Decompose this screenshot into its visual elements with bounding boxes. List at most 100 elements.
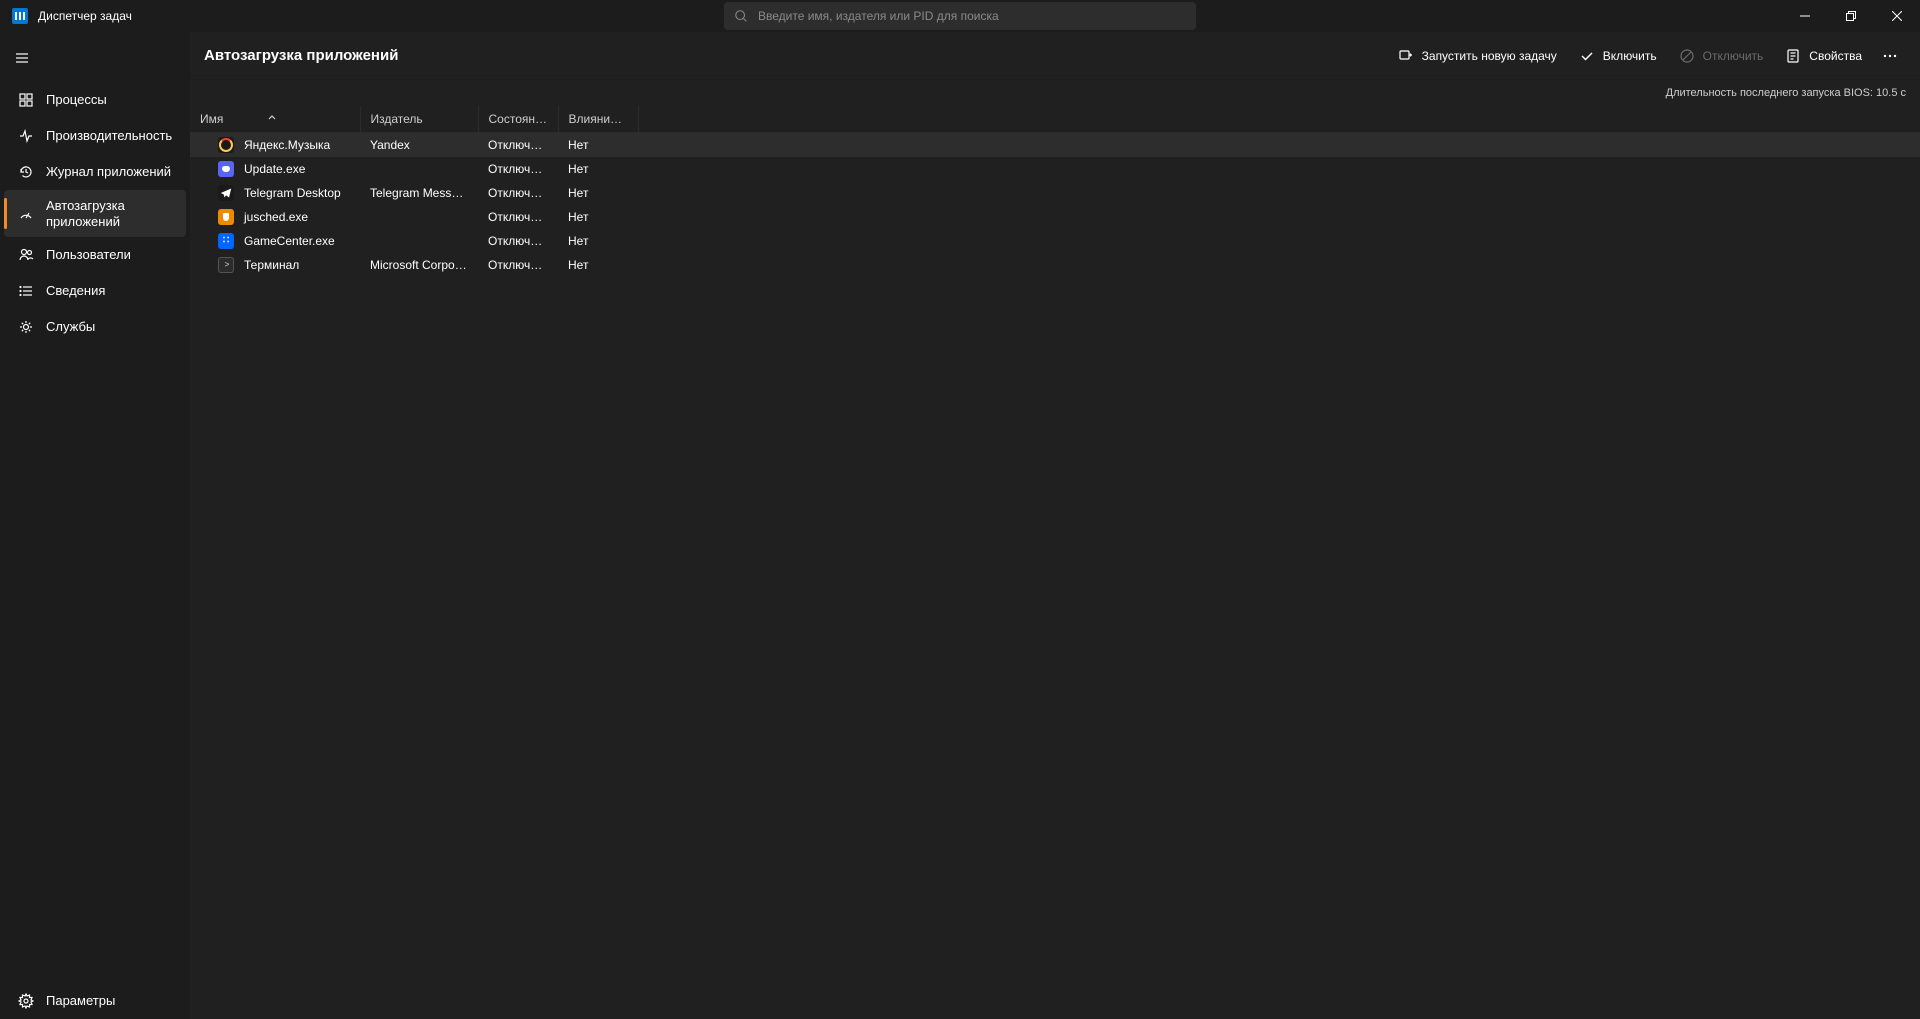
sidebar-footer: Параметры [0,983,190,1019]
properties-button[interactable]: Свойства [1775,42,1872,70]
yandex-icon [218,137,234,153]
gear-icon [18,319,34,335]
cell-impact: Нет [558,205,638,229]
cell-name: Update.exe [190,157,360,181]
sidebar-item-users[interactable]: Пользователи [4,237,186,273]
page-actions: Запустить новую задачу Включить Отключит… [1388,40,1906,72]
action-label: Запустить новую задачу [1422,49,1557,63]
activity-icon [18,128,34,144]
page-header: Автозагрузка приложений Запустить новую … [190,32,1920,80]
sidebar-item-label: Процессы [46,92,107,108]
titlebar: Диспетчер задач [0,0,1920,32]
action-label: Отключить [1703,49,1764,63]
sidebar-item-label: Службы [46,319,95,335]
table-wrap[interactable]: Имя Издатель Состояние Влияние на за... … [190,106,1920,1019]
list-icon [18,283,34,299]
cell-state: Отключено [478,133,558,158]
sidebar-item-app-history[interactable]: Журнал приложений [4,154,186,190]
table-row[interactable]: Яндекс.МузыкаYandexОтключеноНет [190,133,1920,158]
table-row[interactable]: ТерминалMicrosoft CorporationОтключеноНе… [190,253,1920,277]
col-header-rest [638,106,1920,133]
titlebar-left: Диспетчер задач [0,8,132,24]
row-name: jusched.exe [244,210,308,224]
sidebar-item-settings[interactable]: Параметры [4,983,186,1019]
cell-impact: Нет [558,157,638,181]
app-title: Диспетчер задач [38,9,132,23]
action-label: Свойства [1809,49,1862,63]
row-name: Яндекс.Музыка [244,138,330,152]
term-icon [218,257,234,273]
cell-publisher [360,157,478,181]
cell-rest [638,133,1920,158]
cell-impact: Нет [558,181,638,205]
gauge-icon [18,206,34,222]
search-input[interactable] [758,9,1186,23]
cell-publisher [360,229,478,253]
cell-state: Отключено [478,205,558,229]
cell-name: Telegram Desktop [190,181,360,205]
sidebar-item-services[interactable]: Службы [4,309,186,345]
cell-rest [638,205,1920,229]
sidebar-item-processes[interactable]: Процессы [4,82,186,118]
cell-rest [638,181,1920,205]
sidebar-item-label: Пользователи [46,247,131,263]
telegram-icon [218,185,234,201]
grid-icon [18,92,34,108]
cell-state: Отключено [478,253,558,277]
users-icon [18,247,34,263]
bios-time-label: Длительность последнего запуска BIOS: [1666,87,1873,99]
sidebar-item-details[interactable]: Сведения [4,273,186,309]
sidebar-item-label: Автозагрузка приложений [46,198,176,229]
page-title: Автозагрузка приложений [204,47,398,64]
app-icon [12,8,28,24]
col-header-label: Состояние [489,112,549,126]
main: Процессы Производительность Журнал прило… [0,32,1920,1019]
disable-button: Отключить [1669,42,1774,70]
enable-button[interactable]: Включить [1569,42,1667,70]
nav-list: Процессы Производительность Журнал прило… [0,82,190,345]
sidebar-item-label: Параметры [46,993,115,1009]
table-row[interactable]: Telegram DesktopTelegram Messenger LLPОт… [190,181,1920,205]
cell-name: Яндекс.Музыка [190,133,360,158]
cell-impact: Нет [558,133,638,158]
cell-name: Терминал [190,253,360,277]
hamburger-button[interactable] [2,40,42,76]
run-new-task-button[interactable]: Запустить новую задачу [1388,42,1567,70]
cell-rest [638,157,1920,181]
minimize-button[interactable] [1782,0,1828,32]
cell-publisher: Microsoft Corporation [360,253,478,277]
more-button[interactable] [1874,40,1906,72]
close-button[interactable] [1874,0,1920,32]
sidebar-item-performance[interactable]: Производительность [4,118,186,154]
table-row[interactable]: jusched.exe ОтключеноНет [190,205,1920,229]
java-icon [218,209,234,225]
col-header-state[interactable]: Состояние [478,106,558,133]
row-name: Update.exe [244,162,305,176]
col-header-impact[interactable]: Влияние на за... [558,106,638,133]
col-header-name[interactable]: Имя [190,106,360,133]
cell-state: Отключено [478,181,558,205]
cell-state: Отключено [478,229,558,253]
cell-impact: Нет [558,229,638,253]
table-row[interactable]: Update.exeОтключеноНет [190,157,1920,181]
col-header-label: Влияние на за... [569,112,639,126]
cell-publisher: Telegram Messenger LLP [360,181,478,205]
cell-name: GameCenter.exe [190,229,360,253]
col-header-label: Издатель [371,112,423,126]
table-body: Яндекс.МузыкаYandexОтключеноНетUpdate.ex… [190,133,1920,278]
history-icon [18,164,34,180]
cell-rest [638,229,1920,253]
startup-table: Имя Издатель Состояние Влияние на за... … [190,106,1920,277]
col-header-publisher[interactable]: Издатель [360,106,478,133]
status-strip: Длительность последнего запуска BIOS: 10… [190,80,1920,106]
check-icon [1579,48,1595,64]
sidebar-item-startup[interactable]: Автозагрузка приложений [4,190,186,237]
cell-impact: Нет [558,253,638,277]
content: Автозагрузка приложений Запустить новую … [190,32,1920,1019]
cell-rest [638,253,1920,277]
search-box[interactable] [724,2,1196,30]
sidebar-item-label: Журнал приложений [46,164,171,180]
table-row[interactable]: GameCenter.exe ОтключеноНет [190,229,1920,253]
bios-time-value: 10.5 с [1876,87,1906,99]
maximize-button[interactable] [1828,0,1874,32]
